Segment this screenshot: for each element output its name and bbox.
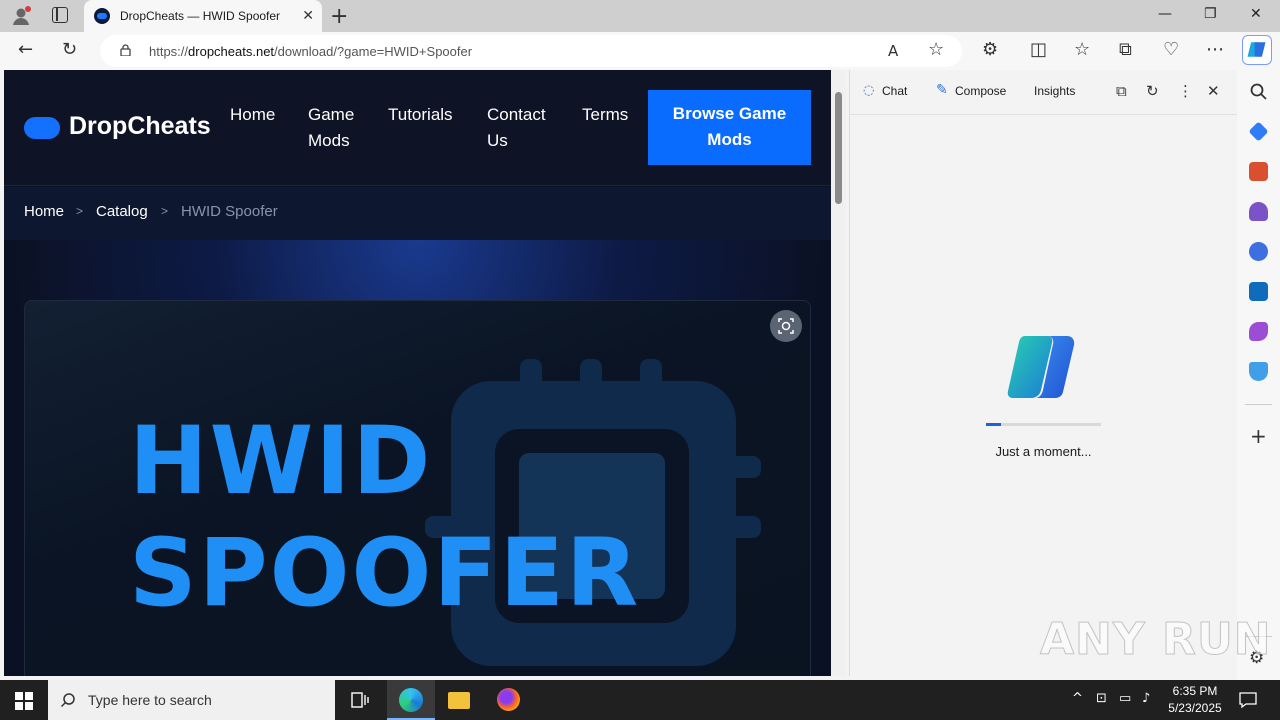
- refresh-icon[interactable]: ↻: [62, 40, 77, 60]
- search-icon[interactable]: [1249, 82, 1268, 101]
- browser-tab-active[interactable]: DropCheats — HWID Spoofer ✕: [84, 0, 322, 32]
- file-explorer-icon[interactable]: [435, 680, 483, 720]
- browser-essentials-icon[interactable]: ♡: [1163, 40, 1179, 60]
- profile-icon[interactable]: [10, 5, 32, 27]
- breadcrumb-catalog[interactable]: Catalog: [96, 203, 148, 220]
- nav-tutorials[interactable]: Tutorials: [388, 102, 453, 128]
- read-aloud-icon[interactable]: A: [888, 41, 898, 61]
- product-image-card: HWID SPOOFER: [24, 300, 811, 676]
- tools-icon[interactable]: [1249, 162, 1268, 181]
- hero-title: HWID SPOOFER: [129, 407, 641, 628]
- nav-contact-us[interactable]: Contact Us: [487, 102, 546, 154]
- refresh-panel-icon[interactable]: ↻: [1146, 82, 1159, 100]
- taskbar-search[interactable]: Type here to search: [48, 680, 335, 720]
- site-favicon-icon: [94, 8, 110, 24]
- restore-icon[interactable]: ❐: [1204, 6, 1217, 22]
- copilot-button[interactable]: [1242, 35, 1272, 65]
- tab-insights[interactable]: Insights: [1034, 84, 1075, 98]
- copilot-panel: Chat ◌ Compose ✎ Insights ⧉ ↻ ⋮ ✕ Just a…: [849, 70, 1237, 676]
- notifications-icon[interactable]: [1239, 691, 1257, 709]
- nav-game-mods[interactable]: Game Mods: [308, 102, 354, 154]
- browse-game-mods-button[interactable]: Browse Game Mods: [648, 90, 811, 165]
- nav-terms[interactable]: Terms: [582, 102, 628, 128]
- breadcrumb-separator-icon: >: [76, 204, 84, 218]
- back-icon[interactable]: ←: [18, 40, 33, 60]
- copilot-icon: [1247, 42, 1266, 57]
- edge-sidebar: + ⚙: [1237, 70, 1280, 680]
- compose-icon: ✎: [936, 82, 948, 98]
- more-menu-icon[interactable]: ⋯: [1206, 40, 1224, 60]
- system-clock[interactable]: 6:35 PM 5/23/2025: [1160, 683, 1230, 717]
- site-logo[interactable]: DropCheats: [69, 112, 211, 141]
- title-bar: DropCheats — HWID Spoofer ✕ + — ❐ ✕: [0, 0, 1280, 32]
- shopping-tag-icon[interactable]: [1248, 121, 1269, 142]
- split-screen-icon[interactable]: ◫: [1030, 40, 1047, 60]
- address-bar[interactable]: https://dropcheats.net/download/?game=HW…: [100, 35, 962, 67]
- designer-icon[interactable]: [1249, 322, 1268, 341]
- nav-home[interactable]: Home: [230, 102, 275, 128]
- loading-text: Just a moment...: [995, 444, 1092, 459]
- open-in-new-icon[interactable]: ⧉: [1116, 82, 1127, 100]
- tab-chat[interactable]: Chat: [882, 84, 907, 98]
- chat-icon: ◌: [863, 83, 875, 98]
- close-panel-icon[interactable]: ✕: [1207, 82, 1220, 100]
- favorite-star-icon[interactable]: ☆: [928, 40, 944, 60]
- add-sidebar-icon[interactable]: +: [1250, 424, 1267, 448]
- search-icon: [60, 693, 75, 708]
- web-page: DropCheats Home Game Mods Tutorials Conta…: [4, 70, 831, 676]
- outlook-icon[interactable]: [1249, 282, 1268, 301]
- url-text[interactable]: https://dropcheats.net/download/?game=HW…: [149, 44, 472, 59]
- panel-more-icon[interactable]: ⋮: [1178, 82, 1193, 100]
- games-icon[interactable]: [1249, 202, 1268, 221]
- page-scrollbar[interactable]: [831, 70, 846, 676]
- breadcrumb-current: HWID Spoofer: [181, 203, 278, 220]
- firefox-icon[interactable]: [484, 680, 532, 720]
- taskbar: Type here to search ^ ⊡ ▭ ♪ 6:35 PM 5/23/…: [0, 680, 1280, 720]
- breadcrumb: Home > Catalog > HWID Spoofer: [4, 187, 831, 240]
- tab-actions-icon[interactable]: [52, 7, 68, 23]
- breadcrumb-separator-icon: >: [161, 204, 169, 218]
- lock-icon[interactable]: [120, 44, 131, 56]
- scrollbar-thumb[interactable]: [835, 92, 842, 204]
- visual-search-icon[interactable]: [770, 310, 802, 342]
- tab-compose[interactable]: Compose: [955, 84, 1006, 98]
- browser-toolbar: ← ↻ https://dropcheats.net/download/?gam…: [0, 32, 1280, 70]
- gamepad-logo-icon[interactable]: [24, 117, 60, 139]
- new-tab-icon[interactable]: +: [330, 4, 348, 29]
- volume-icon[interactable]: ♪: [1142, 691, 1150, 706]
- tab-title: DropCheats — HWID Spoofer: [120, 9, 281, 23]
- breadcrumb-home[interactable]: Home: [24, 203, 64, 220]
- device-icon[interactable]: ⊡: [1096, 691, 1107, 706]
- edge-taskbar-icon[interactable]: [387, 680, 435, 720]
- watermark: ANY RUN: [1040, 614, 1272, 666]
- loading-progress-bar: [986, 423, 1101, 426]
- microsoft-365-icon[interactable]: [1249, 242, 1268, 261]
- network-icon[interactable]: ▭: [1119, 691, 1131, 706]
- site-header: DropCheats Home Game Mods Tutorials Conta…: [4, 70, 831, 186]
- collections-icon[interactable]: ⧉: [1119, 40, 1132, 60]
- search-placeholder: Type here to search: [88, 692, 212, 708]
- close-tab-icon[interactable]: ✕: [302, 7, 314, 24]
- close-window-icon[interactable]: ✕: [1250, 6, 1262, 22]
- windows-start-icon[interactable]: [15, 692, 33, 710]
- minimize-icon[interactable]: —: [1158, 6, 1172, 22]
- show-hidden-icons-icon[interactable]: ^: [1072, 691, 1083, 706]
- copilot-logo-icon: [1007, 336, 1075, 398]
- send-icon[interactable]: [1249, 362, 1268, 381]
- favorites-icon[interactable]: ☆: [1074, 40, 1090, 60]
- extensions-icon[interactable]: ⚙: [982, 40, 998, 60]
- task-view-icon[interactable]: [336, 680, 384, 720]
